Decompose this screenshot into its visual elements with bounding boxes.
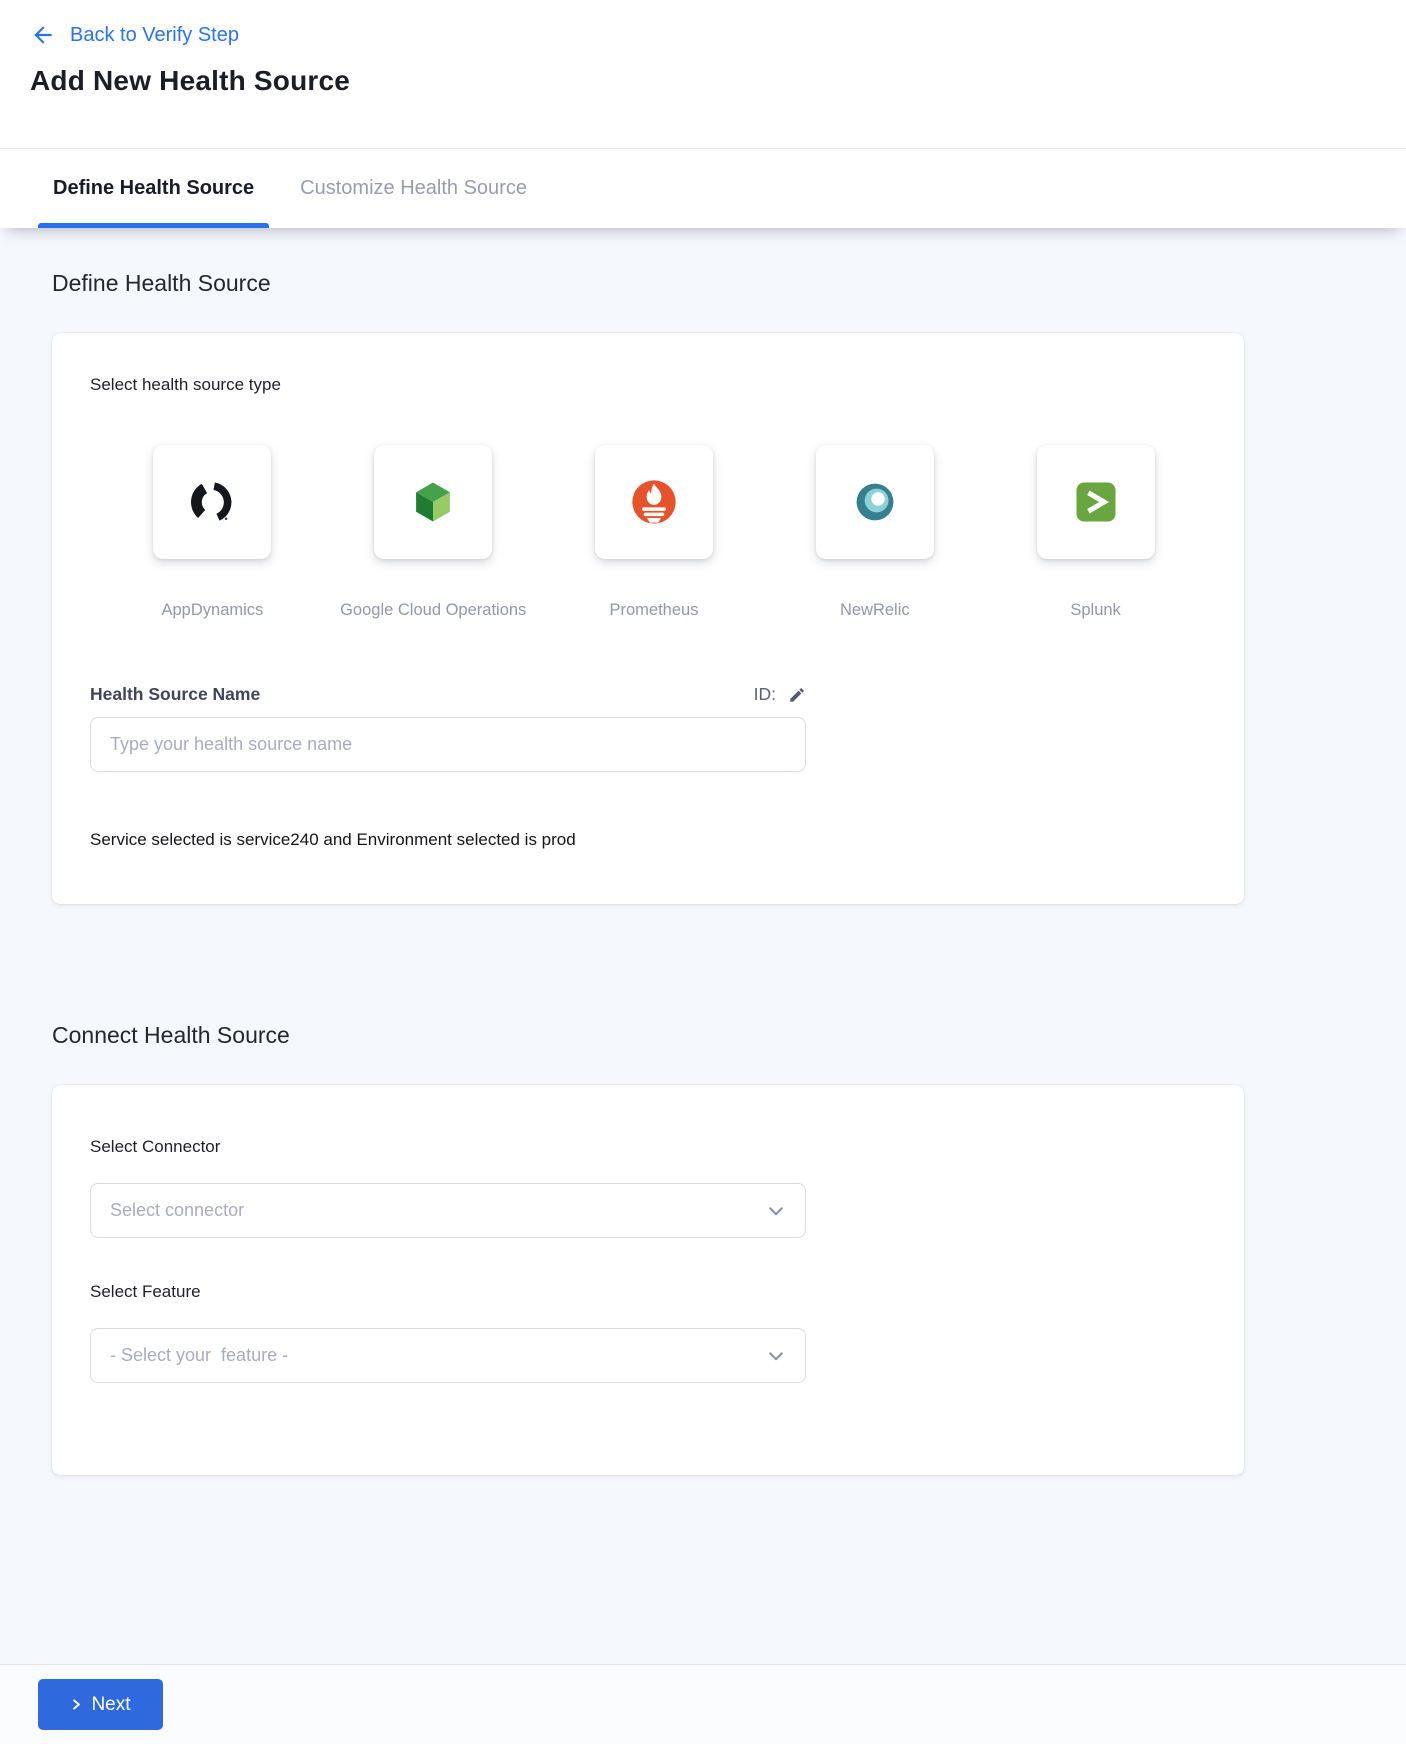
- prometheus-tile[interactable]: [595, 445, 713, 559]
- back-arrow-icon[interactable]: [30, 22, 56, 48]
- connector-select-placeholder: Select connector: [110, 1200, 244, 1221]
- prometheus-icon: [628, 476, 680, 528]
- source-type-google-cloud-operations: Google Cloud Operations: [323, 445, 544, 620]
- google-cloud-operations-tile[interactable]: [374, 445, 492, 559]
- edit-id-pencil-icon[interactable]: [788, 686, 806, 704]
- newrelic-icon: [849, 476, 901, 528]
- tile-label: Prometheus: [610, 601, 699, 620]
- google-cloud-operations-icon: [407, 476, 459, 528]
- source-type-newrelic: NewRelic: [764, 445, 985, 620]
- main-content: Define Health Source Select health sourc…: [0, 228, 1406, 1664]
- next-chevron-icon: [70, 1698, 83, 1711]
- feature-select-placeholder: - Select your feature -: [110, 1345, 288, 1366]
- select-feature-label: Select Feature: [90, 1282, 1206, 1302]
- tile-label: AppDynamics: [162, 601, 264, 620]
- appdynamics-tile[interactable]: [153, 445, 271, 559]
- tab-define-health-source[interactable]: Define Health Source: [38, 149, 269, 228]
- service-environment-note: Service selected is service240 and Envir…: [90, 830, 1206, 850]
- next-button-label: Next: [91, 1694, 130, 1716]
- health-source-tabs: Define Health Source Customize Health So…: [0, 148, 1406, 228]
- newrelic-tile[interactable]: [816, 445, 934, 559]
- page-footer: Next: [0, 1664, 1406, 1744]
- id-label: ID:: [754, 684, 776, 705]
- select-connector-label: Select Connector: [90, 1137, 1206, 1157]
- health-source-name-label: Health Source Name: [90, 684, 260, 705]
- next-button[interactable]: Next: [38, 1679, 163, 1730]
- page-header: Back to Verify Step Add New Health Sourc…: [0, 0, 1406, 148]
- back-to-verify-step-link[interactable]: Back to Verify Step: [70, 24, 239, 47]
- tile-label: NewRelic: [840, 601, 910, 620]
- connect-health-source-card: Select Connector Select connector Select…: [52, 1085, 1244, 1475]
- appdynamics-icon: [186, 476, 238, 528]
- define-section-heading: Define Health Source: [52, 270, 1406, 297]
- tab-label: Define Health Source: [53, 177, 254, 200]
- add-health-source-page: Back to Verify Step Add New Health Sourc…: [0, 0, 1406, 1744]
- page-title: Add New Health Source: [30, 65, 1376, 97]
- source-type-splunk: Splunk: [985, 445, 1206, 620]
- tab-label: Customize Health Source: [300, 177, 527, 200]
- select-type-label: Select health source type: [90, 375, 1206, 395]
- splunk-tile[interactable]: [1037, 445, 1155, 559]
- id-group: ID:: [754, 684, 806, 705]
- tile-label: Splunk: [1070, 601, 1120, 620]
- tile-label: Google Cloud Operations: [340, 601, 526, 620]
- chevron-down-icon: [766, 1346, 786, 1366]
- connector-select[interactable]: Select connector: [90, 1183, 806, 1238]
- source-type-appdynamics: AppDynamics: [102, 445, 323, 620]
- source-type-tiles: AppDynamics Google Cloud Operations: [90, 445, 1206, 620]
- tab-customize-health-source[interactable]: Customize Health Source: [285, 149, 542, 228]
- health-source-name-input[interactable]: [90, 717, 806, 772]
- chevron-down-icon: [766, 1201, 786, 1221]
- feature-select[interactable]: - Select your feature -: [90, 1328, 806, 1383]
- define-health-source-card: Select health source type AppDynamics: [52, 333, 1244, 904]
- splunk-icon: [1070, 476, 1122, 528]
- connect-section-heading: Connect Health Source: [52, 1022, 1406, 1049]
- health-source-name-row: Health Source Name ID:: [90, 684, 806, 705]
- source-type-prometheus: Prometheus: [544, 445, 765, 620]
